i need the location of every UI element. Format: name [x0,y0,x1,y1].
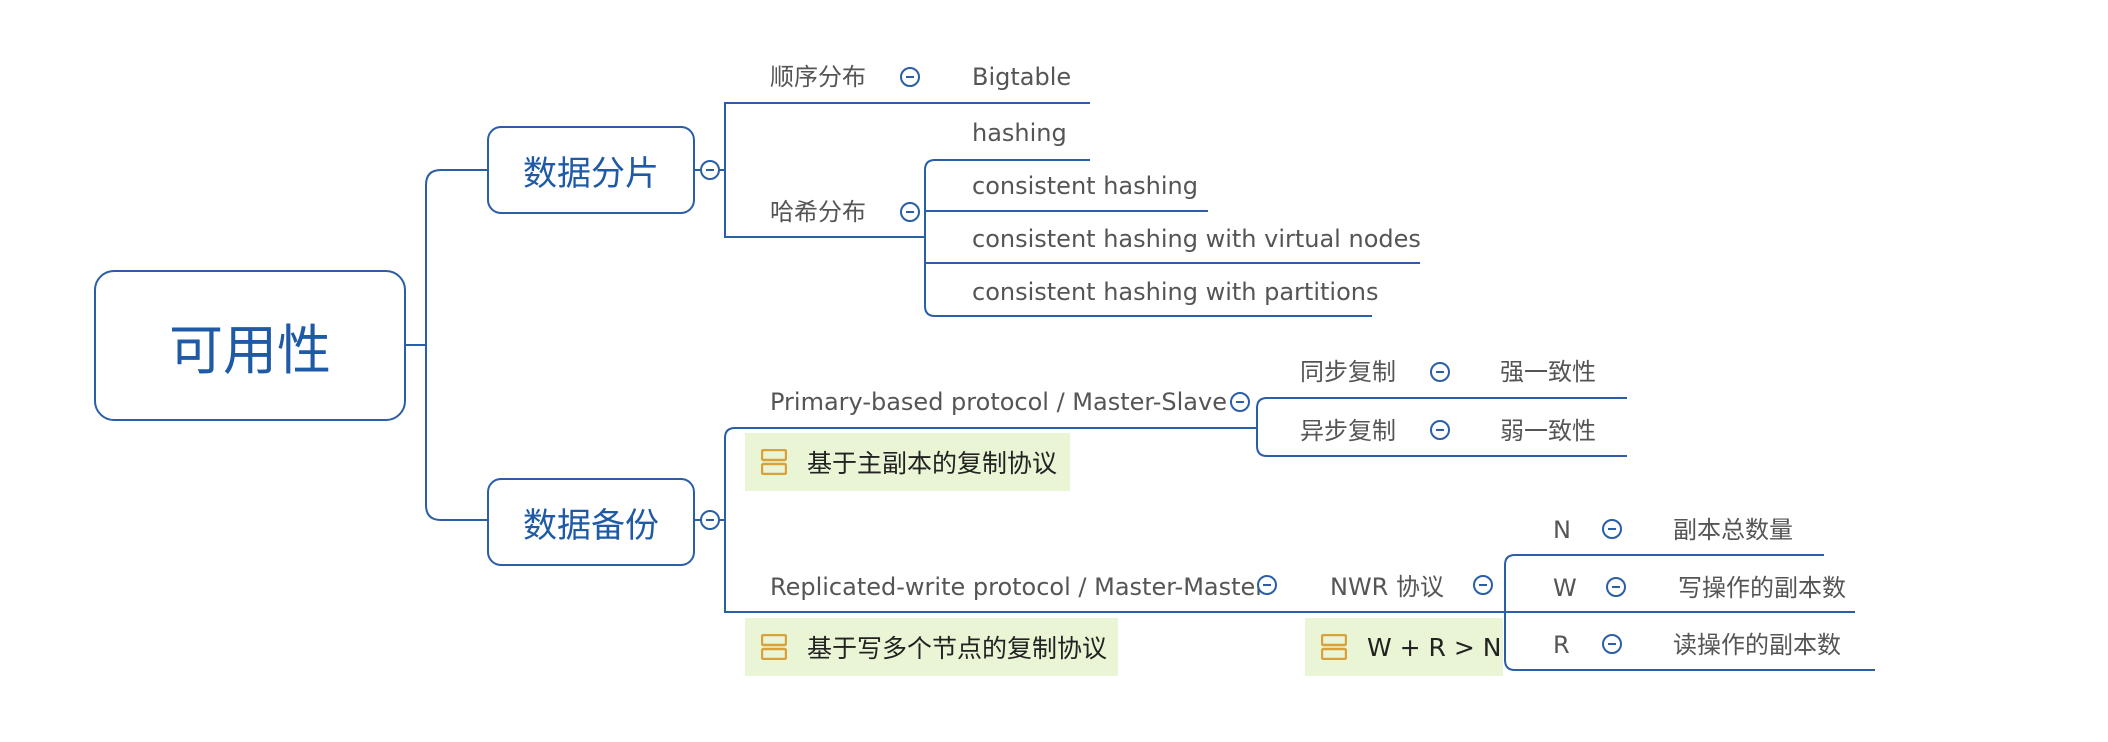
connector-root [406,169,487,521]
nwr-item-key: R [1553,631,1570,659]
root-node[interactable]: 可用性 [94,270,406,421]
minus-circle-icon[interactable] [700,510,720,530]
nwr-item-key: W [1553,574,1577,602]
node-sharding[interactable]: 数据分片 [487,126,695,214]
minus-circle-icon[interactable] [900,202,920,222]
sync-label: 同步复制 [1300,358,1396,386]
hash-child: consistent hashing [972,172,1198,200]
minus-circle-icon[interactable] [900,67,920,87]
replicated-write-label: Replicated-write protocol / Master-Maste… [770,573,1266,601]
primary-label: Primary-based protocol / Master-Slave [770,388,1227,416]
note-primary-text: 基于主副本的复制协议 [807,449,1058,478]
minus-circle-icon[interactable] [1602,519,1622,539]
async-label: 异步复制 [1300,417,1396,445]
replication-label: 数据备份 [523,505,659,546]
minus-circle-icon[interactable] [1230,392,1250,412]
nwr-item-desc: 副本总数量 [1673,516,1793,544]
hash-child: consistent hashing with partitions [972,278,1379,306]
nwr-item-desc: 写操作的副本数 [1678,574,1846,602]
minus-circle-icon[interactable] [1257,575,1277,595]
minus-circle-icon[interactable] [1430,420,1450,440]
note-primary: 基于主副本的复制协议 [745,433,1070,491]
hash-label: 哈希分布 [770,198,866,226]
strong-consistency-label: 强一致性 [1500,358,1596,386]
nwr-item-desc: 读操作的副本数 [1673,631,1841,659]
mind-map: 可用性 数据分片 数据备份 顺序分布 Bigtable 哈希分布 hashing… [0,0,2108,742]
node-replication[interactable]: 数据备份 [487,478,695,566]
note-nwr: W + R > N [1305,618,1503,676]
hash-child: consistent hashing with virtual nodes [972,225,1421,253]
note-replicated-write: 基于写多个节点的复制协议 [745,618,1118,676]
minus-circle-icon[interactable] [700,160,720,180]
note-icon [761,449,787,475]
note-icon [761,634,787,660]
nwr-item-key: N [1553,516,1571,544]
weak-consistency-label: 弱一致性 [1500,417,1596,445]
note-replicated-write-text: 基于写多个节点的复制协议 [807,634,1108,663]
note-nwr-text: W + R > N [1367,632,1502,662]
minus-circle-icon[interactable] [1430,362,1450,382]
sharding-label: 数据分片 [523,153,659,194]
root-label: 可用性 [169,319,331,382]
nwr-label: NWR 协议 [1330,573,1444,601]
minus-circle-icon[interactable] [1473,575,1493,595]
sequential-label: 顺序分布 [770,63,866,91]
bigtable-label: Bigtable [972,63,1072,91]
hash-child: hashing [972,119,1067,147]
minus-circle-icon[interactable] [1606,577,1626,597]
note-icon [1321,634,1347,660]
minus-circle-icon[interactable] [1602,634,1622,654]
